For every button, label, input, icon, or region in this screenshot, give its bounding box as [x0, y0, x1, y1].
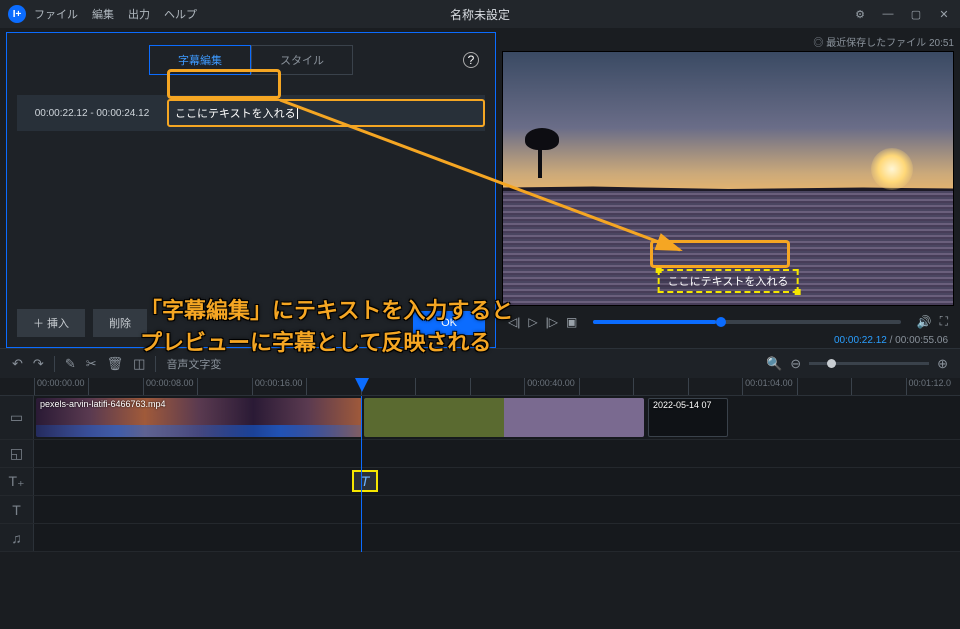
ruler-tick — [88, 378, 142, 395]
ruler-tick — [851, 378, 905, 395]
ruler-tick: 00:00:08.00 — [143, 378, 197, 395]
minimize-button[interactable]: — — [880, 8, 896, 21]
subtitle-time-range: 00:00:22.12 - 00:00:24.12 — [17, 108, 167, 119]
subtitle-text-input[interactable]: ここにテキストを入れる — [167, 99, 485, 127]
total-time: 00:00:55.06 — [895, 335, 948, 346]
ruler-tick — [688, 378, 742, 395]
subtitle-text-value: ここにテキストを入れる — [175, 105, 296, 121]
play-button[interactable]: ▷ — [528, 315, 537, 329]
ruler-tick — [361, 378, 415, 395]
timeline-tracks: ▭ pexels-arvin-latifi-6466763.mp4 2022-0… — [0, 396, 960, 552]
ruler-tick — [470, 378, 524, 395]
zoom-slider[interactable] — [809, 362, 929, 365]
search-icon[interactable]: 🔍 — [766, 356, 782, 372]
sun-icon — [871, 148, 913, 190]
trash-icon[interactable]: 🗑 — [107, 356, 124, 372]
video-clip-2[interactable] — [364, 398, 644, 437]
close-button[interactable]: ✕ — [936, 8, 952, 21]
video-preview[interactable]: ここにテキストを入れる — [502, 51, 954, 306]
zoom-in-icon[interactable]: ⊕ — [937, 356, 948, 372]
fullscreen-icon[interactable]: ⛶ — [940, 314, 948, 329]
menu-help[interactable]: ヘルプ — [164, 6, 197, 22]
menu-bar: ファイル 編集 出力 ヘルプ — [34, 6, 197, 22]
tree-icon — [523, 128, 563, 178]
subtitle-track[interactable]: T₊ T — [0, 468, 960, 496]
ruler-tick: 00:00:16.00 — [252, 378, 306, 395]
menu-output[interactable]: 出力 — [128, 6, 150, 22]
text-caret-icon — [297, 107, 298, 119]
video-clip-1[interactable]: pexels-arvin-latifi-6466763.mp4 — [36, 398, 362, 437]
subtitle-editor-panel: 字幕編集 スタイル ? 00:00:22.12 - 00:00:24.12 ここ… — [6, 32, 496, 348]
ruler-tick: 00:01:04.00 — [742, 378, 796, 395]
current-time: 00:00:22.12 — [834, 335, 887, 346]
pip-track-icon[interactable]: ◱ — [0, 440, 34, 467]
timeline-toolbar: ↶ ↷ ✎ ✂ 🗑 ◫ 音声文字変 🔍 ⊖ ⊕ — [0, 348, 960, 378]
window-title: 名称未設定 — [450, 6, 510, 23]
prev-frame-button[interactable]: ◁| — [508, 315, 520, 329]
next-frame-button[interactable]: |▷ — [546, 315, 558, 329]
ruler-tick — [579, 378, 633, 395]
play-controls: ◁| ▷ |▷ ▣ 🔊 ⛶ — [502, 310, 954, 333]
ruler-tick — [415, 378, 469, 395]
cut-icon[interactable]: ✂ — [86, 356, 97, 372]
ai-voice-button[interactable]: 音声文字変 — [166, 356, 221, 372]
volume-icon[interactable]: 🔊 — [917, 315, 932, 329]
audio-track-icon[interactable]: ♫ — [0, 524, 34, 551]
audio-track[interactable]: ♫ — [0, 524, 960, 552]
subtitle-clip[interactable]: T — [352, 470, 378, 492]
zoom-out-icon[interactable]: ⊖ — [790, 356, 801, 372]
crop-icon[interactable]: ◫ — [133, 356, 145, 372]
timeline-ruler[interactable]: 00:00:00.00 00:00:08.00 00:00:16.00 00:0… — [0, 378, 960, 396]
title-bar: I+ ファイル 編集 出力 ヘルプ 名称未設定 ⚙ — ▢ ✕ — [0, 0, 960, 28]
ruler-tick — [197, 378, 251, 395]
subtitle-row[interactable]: 00:00:22.12 - 00:00:24.12 ここにテキストを入れる — [17, 95, 485, 131]
subtitle-track-icon[interactable]: T₊ — [0, 468, 34, 495]
ruler-tick: 00:01:12.0 — [906, 378, 960, 395]
app-logo-icon: I+ — [8, 5, 26, 23]
redo-icon[interactable]: ↷ — [33, 356, 44, 372]
undo-icon[interactable]: ↶ — [12, 356, 23, 372]
text-track[interactable]: T — [0, 496, 960, 524]
recent-saved-label: 最近保存したファイル 20:51 — [502, 34, 954, 49]
ruler-tick — [306, 378, 360, 395]
menu-file[interactable]: ファイル — [34, 6, 78, 22]
video-clip-3[interactable]: 2022-05-14 07 — [648, 398, 728, 437]
clip-label: pexels-arvin-latifi-6466763.mp4 — [40, 399, 166, 409]
ruler-tick — [797, 378, 851, 395]
insert-button[interactable]: ＋ 挿入 — [17, 309, 85, 337]
menu-edit[interactable]: 編集 — [92, 6, 114, 22]
tab-subtitle-edit[interactable]: 字幕編集 — [149, 45, 251, 75]
marker-icon[interactable]: ✎ — [65, 356, 76, 372]
ruler-tick: 00:00:00.00 — [34, 378, 88, 395]
progress-bar[interactable] — [593, 320, 900, 324]
help-icon[interactable]: ? — [463, 52, 479, 68]
settings-icon[interactable]: ⚙ — [852, 8, 868, 21]
ruler-tick — [633, 378, 687, 395]
clip-label: 2022-05-14 07 — [653, 400, 712, 410]
video-track-icon[interactable]: ▭ — [0, 396, 34, 439]
maximize-button[interactable]: ▢ — [908, 8, 924, 21]
time-display: 00:00:22.12 / 00:00:55.06 — [502, 333, 954, 348]
delete-button[interactable]: 削除 — [93, 309, 147, 337]
preview-subtitle-overlay[interactable]: ここにテキストを入れる — [658, 269, 799, 293]
text-track-icon[interactable]: T — [0, 496, 34, 523]
tab-style[interactable]: スタイル — [251, 45, 353, 75]
ok-button[interactable]: OK — [413, 311, 485, 335]
pip-track[interactable]: ◱ — [0, 440, 960, 468]
ruler-tick: 00:00:40.00 — [524, 378, 578, 395]
preview-panel: 最近保存したファイル 20:51 ここにテキストを入れる ◁| ▷ |▷ ▣ 🔊… — [502, 28, 960, 348]
video-track[interactable]: ▭ pexels-arvin-latifi-6466763.mp4 2022-0… — [0, 396, 960, 440]
stop-button[interactable]: ▣ — [566, 315, 577, 329]
